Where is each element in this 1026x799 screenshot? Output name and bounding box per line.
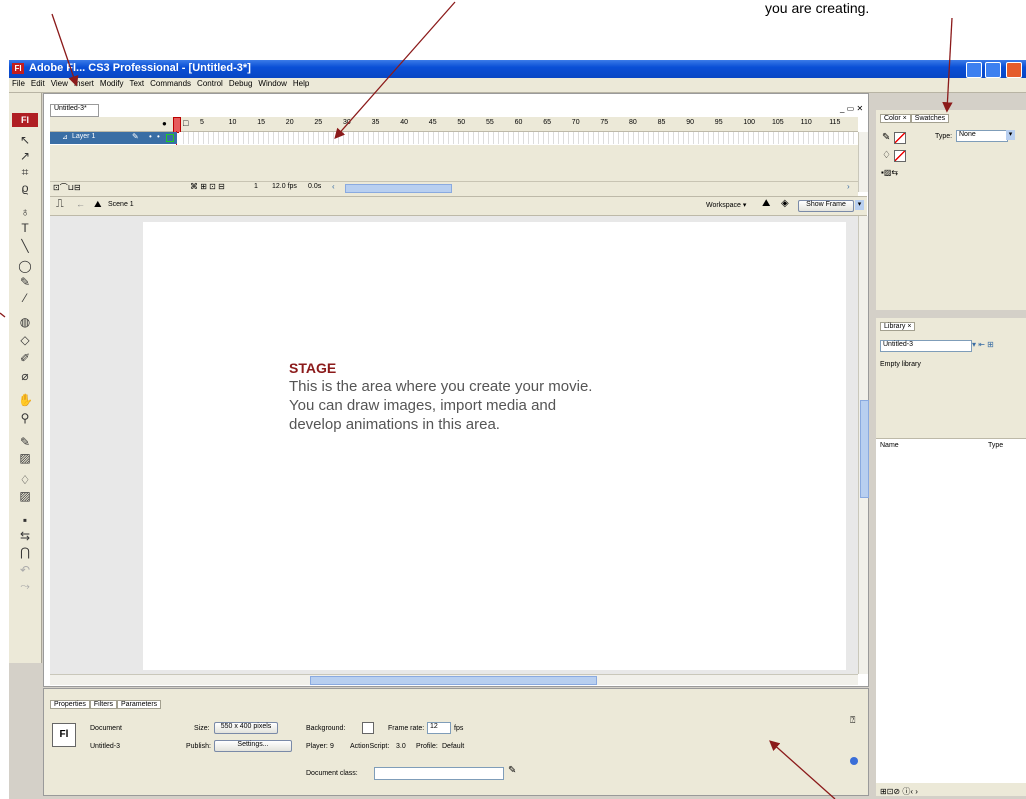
arrow-to-panels: [942, 17, 953, 113]
arrow-to-menu: [51, 13, 79, 87]
arrow-to-toolbox: [0, 312, 6, 318]
annotation-arrows: [0, 1, 953, 799]
arrow-to-properties: [769, 740, 836, 799]
arrow-to-timeline: [334, 1, 456, 139]
